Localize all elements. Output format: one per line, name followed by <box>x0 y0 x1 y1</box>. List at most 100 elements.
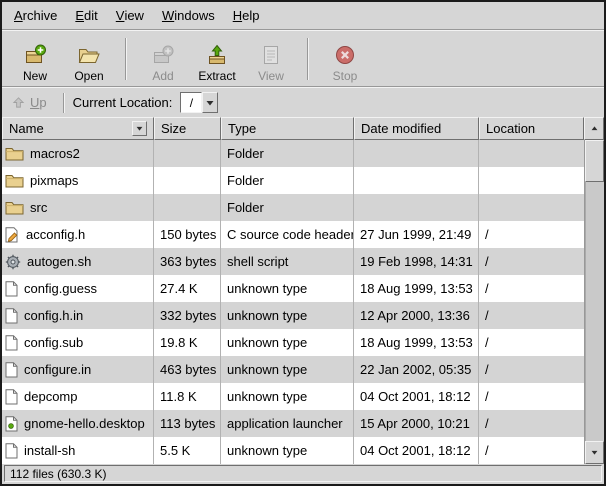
table-header: Name Size Type Date modified Location <box>2 117 604 140</box>
table-row[interactable]: autogen.sh 363 bytes shell script 19 Feb… <box>2 248 584 275</box>
file-date: 04 Oct 2001, 18:12 <box>354 437 479 464</box>
column-header-size[interactable]: Size <box>154 117 221 140</box>
up-arrow-icon <box>12 96 25 109</box>
archive-manager-window: Archive Edit View Windows Help New <box>0 0 606 486</box>
table-row[interactable]: macros2 Folder <box>2 140 584 167</box>
open-button[interactable]: Open <box>62 34 116 83</box>
file-location: / <box>479 437 584 464</box>
file-name: pixmaps <box>30 173 78 188</box>
table-row[interactable]: pixmaps Folder <box>2 167 584 194</box>
column-header-name[interactable]: Name <box>2 117 154 140</box>
file-type: shell script <box>221 248 354 275</box>
extract-button[interactable]: Extract <box>190 34 244 83</box>
column-header-date-modified[interactable]: Date modified <box>354 117 479 140</box>
file-name: depcomp <box>24 389 77 404</box>
table-row[interactable]: config.h.in 332 bytes unknown type 12 Ap… <box>2 302 584 329</box>
table-row[interactable]: install-sh 5.5 K unknown type 04 Oct 200… <box>2 437 584 464</box>
file-size: 150 bytes <box>154 221 221 248</box>
status-text: 112 files (630.3 K) <box>4 465 602 482</box>
script-file-icon <box>5 254 21 270</box>
source-file-icon <box>5 227 20 243</box>
extract-icon <box>205 42 229 68</box>
menu-edit[interactable]: Edit <box>66 2 106 29</box>
file-size: 5.5 K <box>154 437 221 464</box>
file-date: 18 Aug 1999, 13:53 <box>354 329 479 356</box>
file-location: / <box>479 383 584 410</box>
file-name: macros2 <box>30 146 80 161</box>
column-header-location[interactable]: Location <box>479 117 584 140</box>
document-icon <box>5 443 18 459</box>
location-bar: Up Current Location: / <box>2 88 604 117</box>
location-value: / <box>180 92 202 113</box>
view-button[interactable]: View <box>244 34 298 83</box>
file-type: unknown type <box>221 383 354 410</box>
file-name: autogen.sh <box>27 254 91 269</box>
column-header-type[interactable]: Type <box>221 117 354 140</box>
file-date: 19 Feb 1998, 14:31 <box>354 248 479 275</box>
open-folder-icon <box>77 42 101 68</box>
file-name: install-sh <box>24 443 75 458</box>
table-row[interactable]: configure.in 463 bytes unknown type 22 J… <box>2 356 584 383</box>
toolbar-separator <box>307 38 309 80</box>
file-location <box>479 140 584 167</box>
menu-archive[interactable]: Archive <box>5 2 66 29</box>
scroll-down-icon[interactable] <box>585 441 604 464</box>
new-button[interactable]: New <box>8 34 62 83</box>
file-name: src <box>30 200 47 215</box>
file-location <box>479 167 584 194</box>
sort-order-icon[interactable] <box>132 121 147 136</box>
stop-button[interactable]: Stop <box>318 34 372 83</box>
add-button[interactable]: Add <box>136 34 190 83</box>
file-location: / <box>479 221 584 248</box>
file-date: 04 Oct 2001, 18:12 <box>354 383 479 410</box>
file-name: config.h.in <box>24 308 83 323</box>
location-combo[interactable]: / <box>180 92 218 113</box>
menu-help[interactable]: Help <box>224 2 269 29</box>
file-type: unknown type <box>221 437 354 464</box>
file-name: acconfig.h <box>26 227 85 242</box>
file-location <box>479 194 584 221</box>
file-size: 19.8 K <box>154 329 221 356</box>
file-date <box>354 140 479 167</box>
file-type: Folder <box>221 140 354 167</box>
table-row[interactable]: config.sub 19.8 K unknown type 18 Aug 19… <box>2 329 584 356</box>
chevron-down-icon[interactable] <box>202 92 218 113</box>
file-date: 27 Jun 1999, 21:49 <box>354 221 479 248</box>
location-separator <box>63 93 65 113</box>
stop-button-label: Stop <box>333 69 358 83</box>
file-rows: macros2 Folder pixmaps Folder src F <box>2 140 584 464</box>
file-type: application launcher <box>221 410 354 437</box>
file-location: / <box>479 302 584 329</box>
scroll-up-icon[interactable] <box>584 117 604 140</box>
vertical-scrollbar[interactable] <box>584 140 604 464</box>
scrollbar-thumb[interactable] <box>585 140 604 182</box>
table-row[interactable]: gnome-hello.desktop 113 bytes applicatio… <box>2 410 584 437</box>
file-list: Name Size Type Date modified Location ma… <box>2 117 604 464</box>
folder-icon <box>5 200 24 215</box>
table-row[interactable]: src Folder <box>2 194 584 221</box>
current-location-label: Current Location: <box>73 95 173 110</box>
document-icon <box>5 389 18 405</box>
file-size: 363 bytes <box>154 248 221 275</box>
file-size: 27.4 K <box>154 275 221 302</box>
view-button-label: View <box>258 69 284 83</box>
file-size: 332 bytes <box>154 302 221 329</box>
file-name: gnome-hello.desktop <box>24 416 145 431</box>
view-document-icon <box>259 42 283 68</box>
file-date <box>354 194 479 221</box>
file-type: unknown type <box>221 329 354 356</box>
scrollbar-track[interactable] <box>585 140 604 441</box>
file-type: Folder <box>221 194 354 221</box>
file-name: config.sub <box>24 335 83 350</box>
file-size <box>154 140 221 167</box>
menu-view[interactable]: View <box>107 2 153 29</box>
table-row[interactable]: config.guess 27.4 K unknown type 18 Aug … <box>2 275 584 302</box>
file-size <box>154 194 221 221</box>
table-row[interactable]: acconfig.h 150 bytes C source code heade… <box>2 221 584 248</box>
menu-windows[interactable]: Windows <box>153 2 224 29</box>
table-row[interactable]: depcomp 11.8 K unknown type 04 Oct 2001,… <box>2 383 584 410</box>
up-button[interactable]: Up <box>8 93 55 112</box>
document-icon <box>5 362 18 378</box>
document-icon <box>5 281 18 297</box>
file-name: configure.in <box>24 362 91 377</box>
